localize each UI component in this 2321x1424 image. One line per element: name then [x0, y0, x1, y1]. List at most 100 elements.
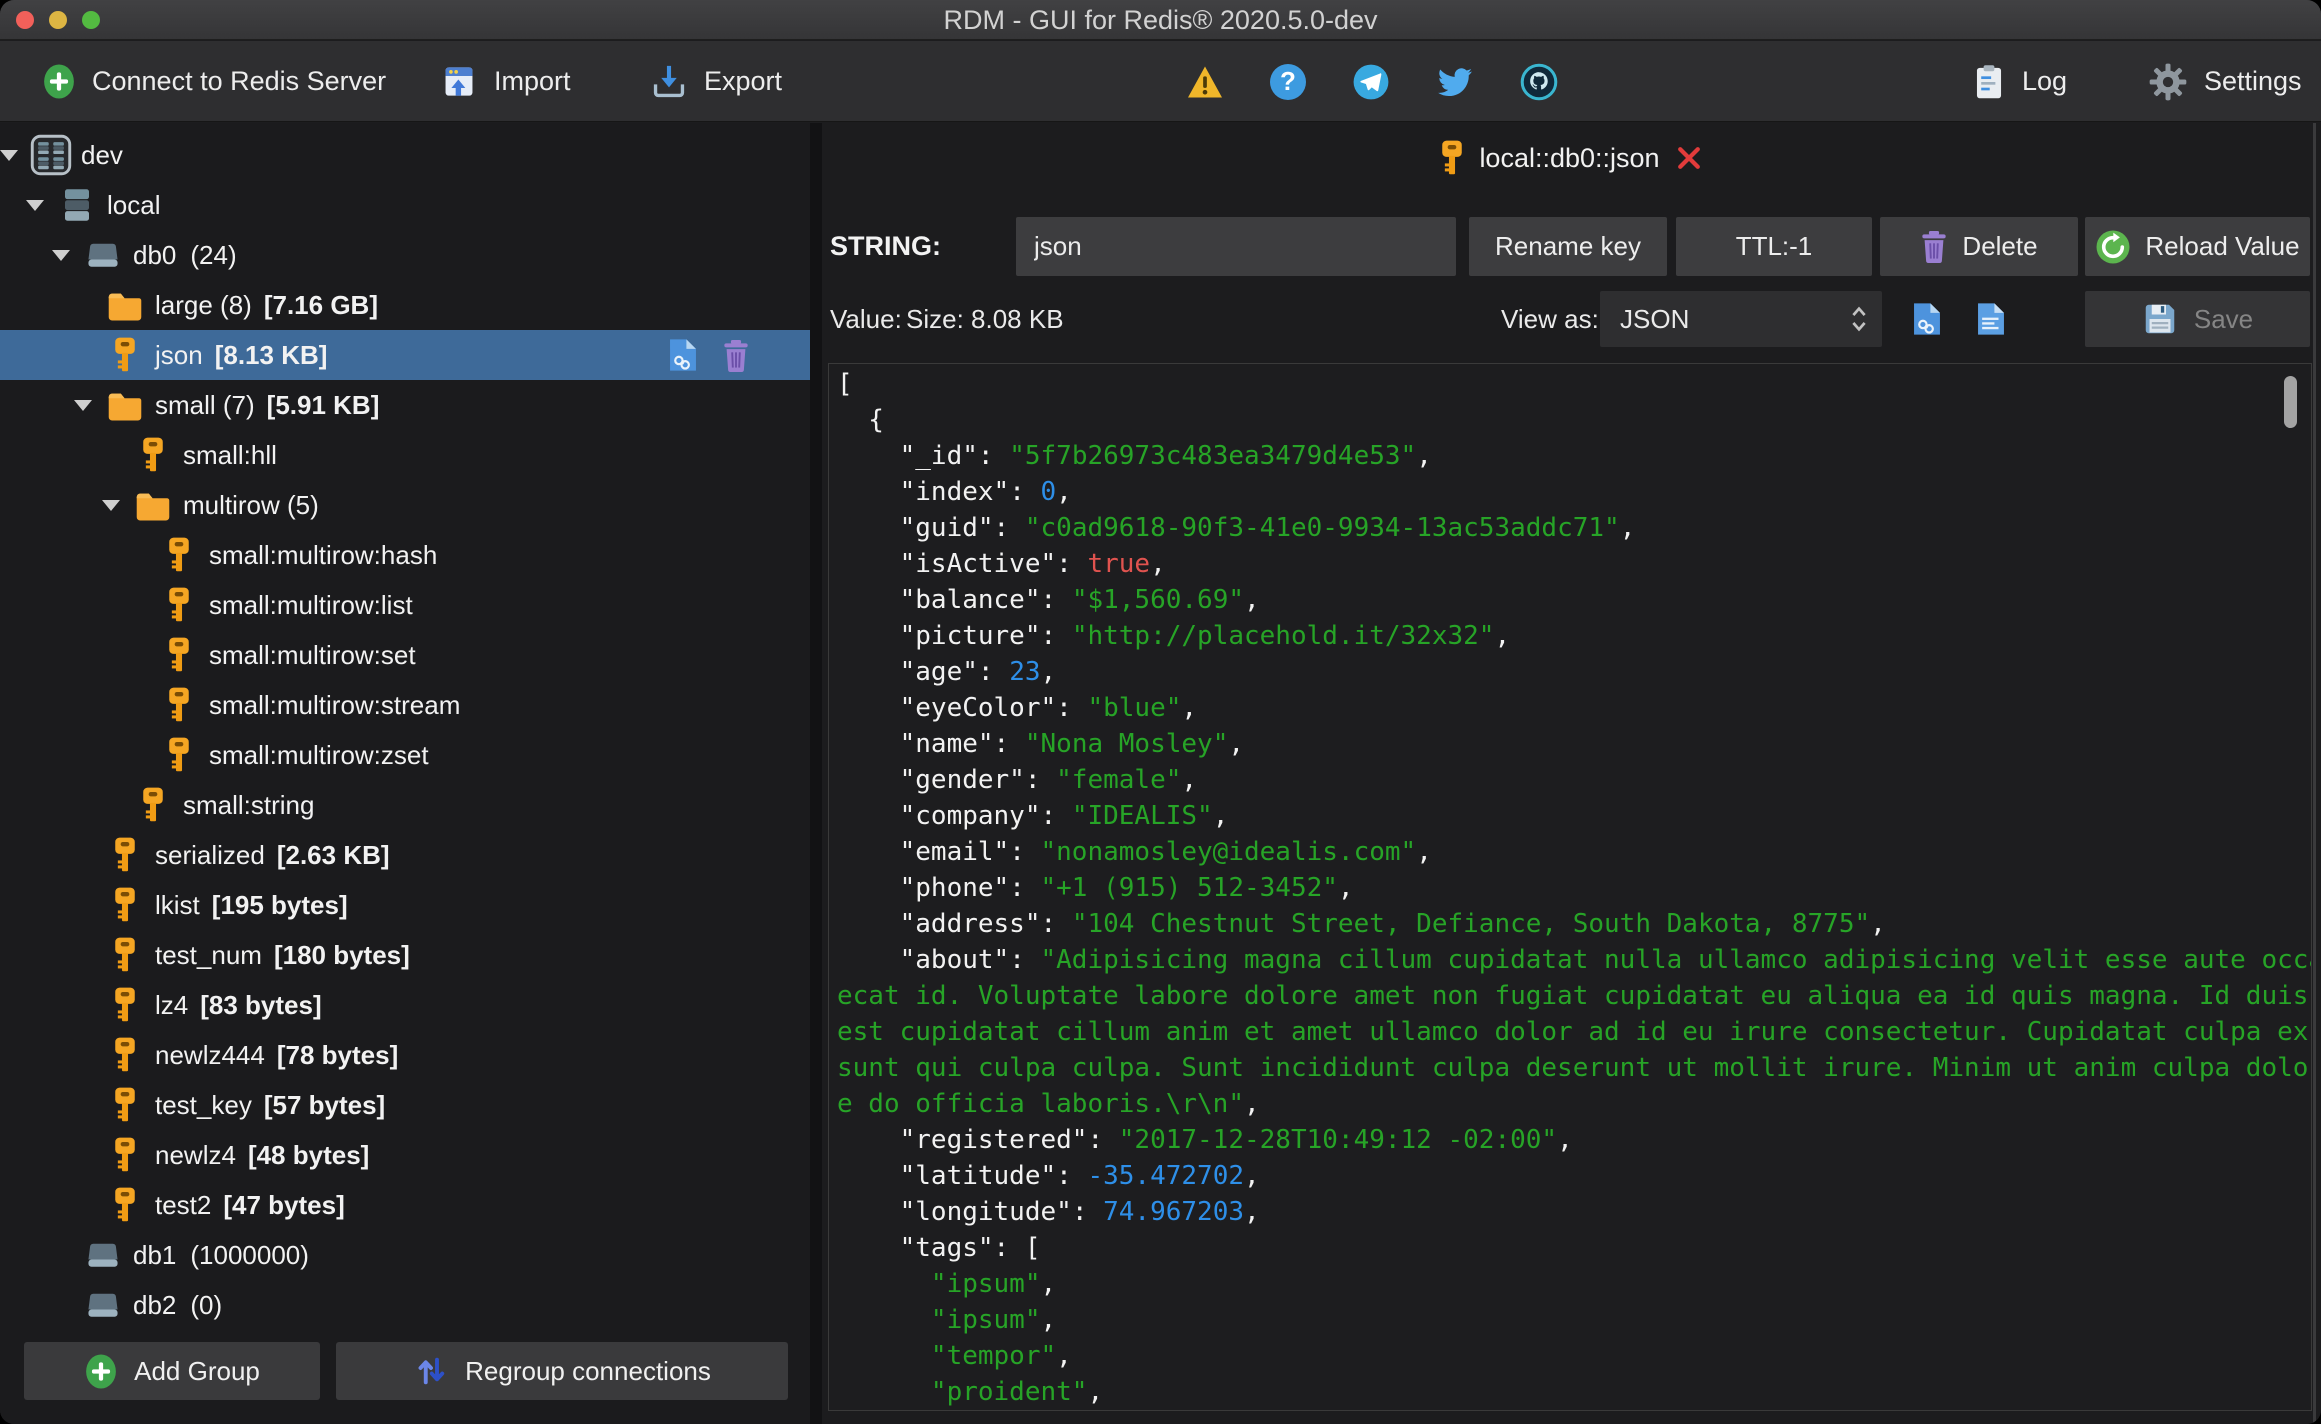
regroup-connections-button[interactable]: Regroup connections — [336, 1342, 788, 1400]
cluster-icon — [30, 133, 72, 177]
gear-icon — [2148, 62, 2188, 102]
view-as-select[interactable]: JSON — [1600, 291, 1882, 347]
tree-item-lz4[interactable]: lz4 [83 bytes] — [0, 980, 810, 1030]
editor-scrollbar[interactable] — [2284, 376, 2297, 428]
value-viewer[interactable]: [ { "_id": "5f7b26973c483ea3479d4e53", "… — [828, 363, 2312, 1411]
delete-label: Delete — [1962, 231, 2038, 261]
tree-item-small-multirow-stream[interactable]: small:multirow:stream — [0, 680, 810, 730]
tree-item-json[interactable]: json [8.13 KB] — [0, 330, 810, 380]
warning-icon[interactable] — [1186, 65, 1224, 99]
tree-item-label: small:hll — [183, 439, 277, 470]
key-icon — [158, 535, 200, 575]
tree-item-multirow[interactable]: multirow (5) — [0, 480, 810, 530]
tree-item-label: dev — [81, 139, 123, 170]
tree-item-small-multirow-hash[interactable]: small:multirow:hash — [0, 530, 810, 580]
code-line: "about": "Adipisicing magna cillum cupid… — [837, 945, 2312, 975]
tab-local-db0-json[interactable]: local::db0::json — [1479, 143, 1659, 174]
key-name-input[interactable] — [1016, 217, 1456, 276]
minimize-window-button[interactable] — [49, 11, 67, 29]
tree-item-db1[interactable]: db1 (1000000) — [0, 1230, 810, 1280]
tree-item-label: local — [107, 189, 161, 220]
close-tab-icon[interactable] — [1674, 143, 1704, 173]
tree-item-db0[interactable]: db0 (24) — [0, 230, 810, 280]
expand-arrow-icon[interactable] — [102, 500, 132, 511]
code-line: "gender": "female", — [837, 765, 1198, 795]
add-group-button[interactable]: Add Group — [24, 1342, 320, 1400]
code-line: "address": "104 Chestnut Street, Defianc… — [837, 909, 1886, 939]
tree-item-small-string[interactable]: small:string — [0, 780, 810, 830]
trash-icon[interactable] — [722, 339, 750, 372]
expand-arrow-icon[interactable] — [74, 400, 104, 411]
settings-button[interactable]: Settings — [2148, 41, 2302, 122]
delete-key-button[interactable]: Delete — [1880, 217, 2078, 276]
expand-arrow-icon[interactable] — [26, 200, 56, 211]
window-scroll-strip — [2313, 123, 2316, 1424]
tree-item-small[interactable]: small (7) [5.91 KB] — [0, 380, 810, 430]
tree-item-small-hll[interactable]: small:hll — [0, 430, 810, 480]
reload-value-button[interactable]: Reload Value — [2085, 217, 2310, 276]
code-line: "proident", — [837, 1377, 1104, 1407]
tree-item-small-multirow-zset[interactable]: small:multirow:zset — [0, 730, 810, 780]
export-button[interactable]: Export — [650, 41, 782, 122]
ttl-button[interactable]: TTL:-1 — [1676, 217, 1872, 276]
key-size-badge: [195 bytes] — [211, 889, 348, 920]
tree-item-small-multirow-list[interactable]: small:multirow:list — [0, 580, 810, 630]
plus-circle-icon — [84, 1353, 118, 1390]
close-window-button[interactable] — [16, 11, 34, 29]
code-line: e do officia laboris.\r\n", — [837, 1089, 1260, 1119]
tree-item-label: small:multirow:set — [209, 639, 416, 670]
sidebar-splitter[interactable] — [810, 123, 822, 1424]
tree-item-test_num[interactable]: test_num [180 bytes] — [0, 930, 810, 980]
zoom-window-button[interactable] — [82, 11, 100, 29]
tree-item-dev[interactable]: dev — [0, 130, 810, 180]
code-line: est cupidatat cillum anim et amet ullamc… — [837, 1017, 2312, 1047]
import-button[interactable]: Import — [440, 41, 571, 122]
code-line: "eyeColor": "blue", — [837, 693, 1198, 723]
tree-item-label: lkist — [155, 889, 200, 920]
log-button[interactable]: Log — [1972, 41, 2067, 122]
key-size-badge: [57 bytes] — [263, 1089, 386, 1120]
sidebar-bottom-bar: Add Group Regroup connections — [0, 1334, 810, 1424]
tree-item-large[interactable]: large (8) [7.16 GB] — [0, 280, 810, 330]
key-count: (24) — [190, 239, 237, 270]
save-button[interactable]: Save — [2085, 291, 2310, 347]
doc-link-icon[interactable] — [1912, 301, 1942, 337]
twitter-icon[interactable] — [1436, 65, 1474, 99]
export-label: Export — [704, 66, 783, 96]
rename-key-button[interactable]: Rename key — [1469, 217, 1667, 276]
tree-item-newlz4[interactable]: newlz4 [48 bytes] — [0, 1130, 810, 1180]
key-icon — [104, 935, 146, 975]
help-icon[interactable]: ? — [1270, 63, 1306, 100]
tree-item-label: db2 — [133, 1289, 177, 1320]
tree-item-newlz444[interactable]: newlz444 [78 bytes] — [0, 1030, 810, 1080]
key-count: (0) — [190, 1289, 223, 1320]
code-line: "name": "Nona Mosley", — [837, 729, 1245, 759]
status-icons: ? — [1186, 41, 1558, 122]
telegram-icon[interactable] — [1352, 63, 1390, 101]
connect-to-redis-server-button[interactable]: Connect to Redis Server — [42, 41, 386, 122]
key-icon — [104, 1185, 146, 1225]
expand-arrow-icon[interactable] — [52, 250, 82, 261]
log-label: Log — [2022, 66, 2068, 96]
tree-item-label: lz4 — [155, 989, 189, 1020]
row-actions — [668, 337, 750, 373]
connections-sidebar: dev local db0 (24) large (8) [7.16 GB] json [8.… — [0, 123, 810, 1424]
tree-item-test_key[interactable]: test_key [57 bytes] — [0, 1080, 810, 1130]
tree-item-label: multirow (5) — [183, 489, 319, 520]
tree-item-serialized[interactable]: serialized [2.63 KB] — [0, 830, 810, 880]
value-size-label: Size: 8.08 KB — [906, 304, 1064, 334]
code-line: "longitude": 74.967203, — [837, 1197, 1260, 1227]
code-line: "picture": "http://placehold.it/32x32", — [837, 621, 1511, 651]
doc-text-icon[interactable] — [1976, 301, 2006, 337]
tree-item-small-multirow-set[interactable]: small:multirow:set — [0, 630, 810, 680]
expand-arrow-icon[interactable] — [0, 150, 30, 161]
doc-link-icon[interactable] — [668, 337, 698, 373]
tree-item-lkist[interactable]: lkist [195 bytes] — [0, 880, 810, 930]
connect-label: Connect to Redis Server — [92, 66, 387, 96]
tree-item-label: small:multirow:hash — [209, 539, 438, 570]
tree-item-local[interactable]: local — [0, 180, 810, 230]
tree-item-test2[interactable]: test2 [47 bytes] — [0, 1180, 810, 1230]
code-line: "tempor", — [837, 1341, 1072, 1371]
github-icon[interactable] — [1520, 63, 1558, 101]
tree-item-db2[interactable]: db2 (0) — [0, 1280, 810, 1330]
